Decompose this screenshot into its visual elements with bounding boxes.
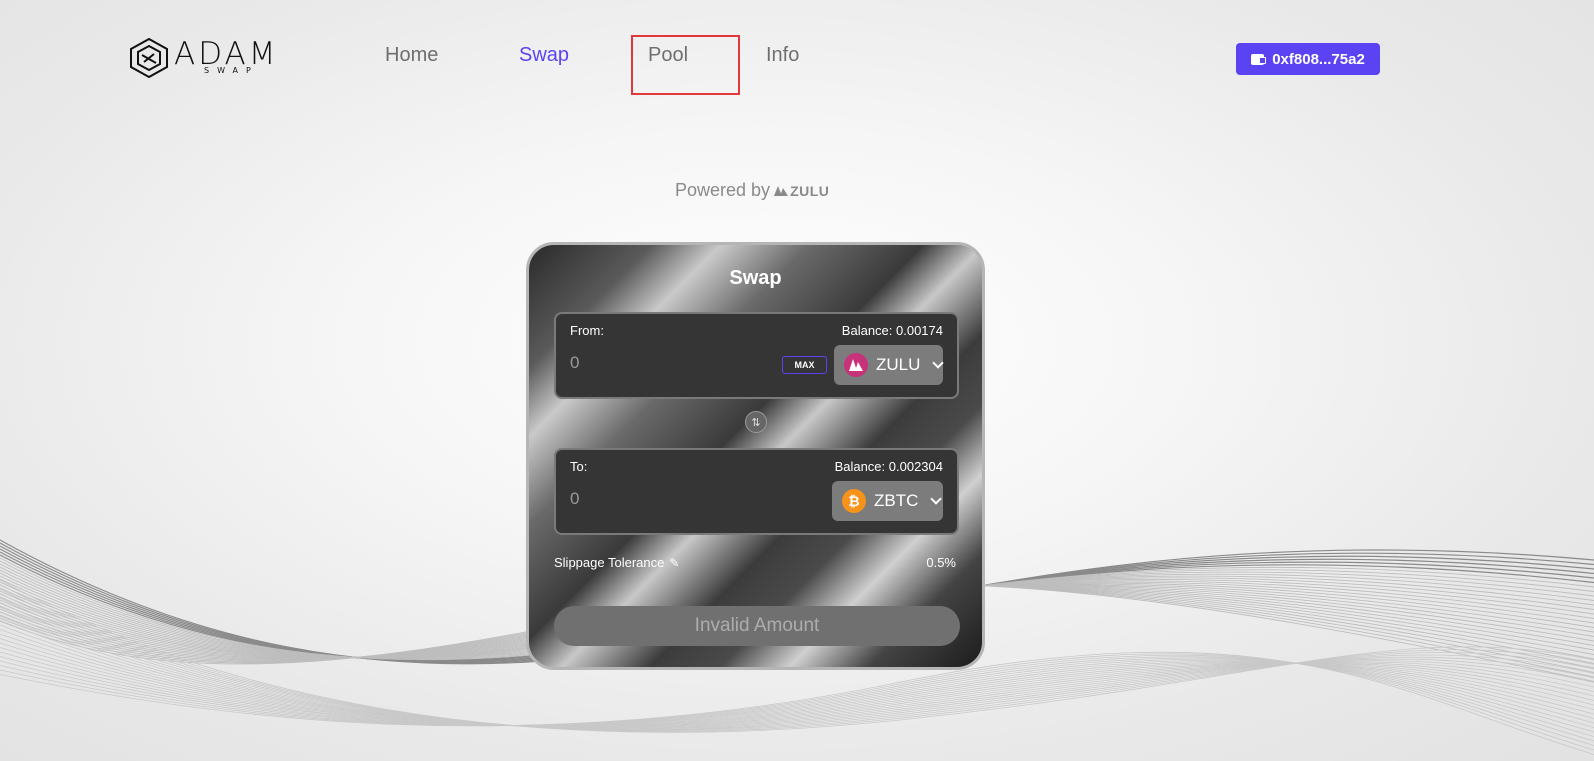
- swap-direction-icon[interactable]: ⇅: [745, 411, 767, 433]
- zulu-brand: ZULU: [774, 183, 829, 199]
- chevron-down-icon: [932, 357, 945, 369]
- from-balance: Balance: 0.00174: [841, 323, 943, 338]
- to-balance: Balance: 0.002304: [834, 459, 943, 474]
- pencil-icon[interactable]: ✎: [669, 556, 679, 570]
- chevron-down-icon: [930, 493, 943, 505]
- logo-subtitle: SWAP: [204, 66, 259, 75]
- nav-pool[interactable]: Pool: [648, 44, 688, 67]
- swap-title: Swap: [729, 267, 782, 289]
- slippage-tolerance: Slippage Tolerance ✎: [554, 555, 679, 570]
- wallet-address: 0xf808...75a2: [1272, 50, 1365, 68]
- slippage-label: Slippage Tolerance: [554, 555, 665, 570]
- wallet-button[interactable]: 0xf808...75a2: [1236, 43, 1380, 75]
- powered-by-text: Powered by: [675, 180, 771, 200]
- slippage-value: 0.5%: [926, 555, 956, 570]
- from-token-select[interactable]: ZULU: [834, 345, 945, 385]
- to-panel: To: Balance: 0.002304 ₿ ZBTC: [554, 448, 959, 535]
- to-amount-input[interactable]: [570, 486, 750, 512]
- max-button[interactable]: MAX: [782, 356, 827, 374]
- wallet-icon: [1251, 53, 1267, 65]
- from-panel: From: Balance: 0.00174 MAX ZULU: [554, 312, 959, 399]
- submit-button[interactable]: Invalid Amount: [554, 606, 960, 646]
- swap-card: Swap From: Balance: 0.00174 MAX ZULU ⇅ T…: [526, 242, 985, 670]
- powered-by: Powered by ZULU: [675, 180, 829, 201]
- nav-swap[interactable]: Swap: [519, 44, 569, 67]
- to-label: To:: [570, 459, 588, 474]
- to-token-select[interactable]: ₿ ZBTC: [832, 481, 943, 521]
- zulu-logo-icon: [774, 185, 789, 196]
- logo[interactable]: ADAM SWAP: [130, 36, 286, 78]
- nav-home[interactable]: Home: [385, 44, 438, 67]
- zulu-brand-text: ZULU: [790, 182, 830, 199]
- from-amount-input[interactable]: [570, 350, 750, 376]
- to-token-symbol: ZBTC: [874, 491, 919, 510]
- bitcoin-token-icon: ₿: [842, 489, 866, 513]
- from-label: From:: [570, 323, 604, 338]
- from-token-symbol: ZULU: [876, 355, 921, 374]
- adam-swap-logo-icon: [130, 38, 168, 78]
- zulu-token-icon: [844, 353, 868, 377]
- nav-info[interactable]: Info: [766, 44, 799, 67]
